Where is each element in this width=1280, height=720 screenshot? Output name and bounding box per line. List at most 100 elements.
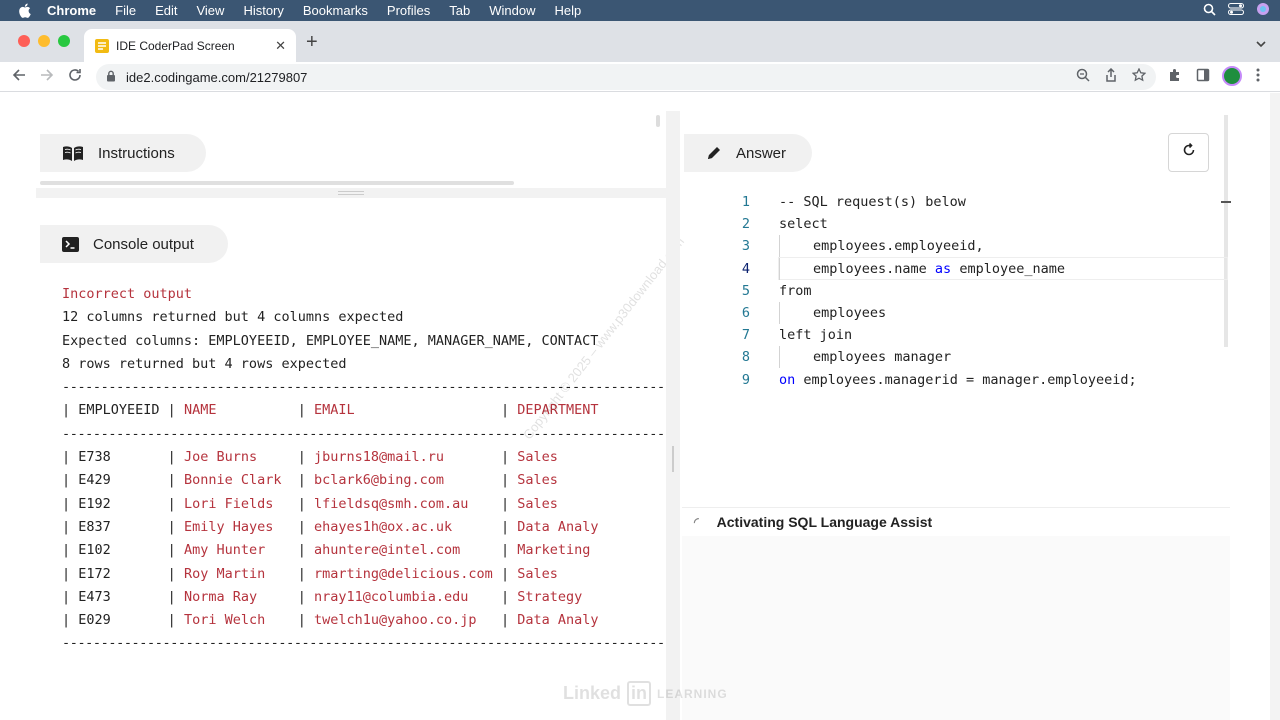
language-assist-status: ◜ Activating SQL Language Assist <box>682 507 1230 535</box>
siri-icon[interactable] <box>1256 2 1270 19</box>
browser-tab[interactable]: IDE CoderPad Screen ✕ <box>84 29 296 62</box>
cell-name: Amy Hunter <box>183 542 298 559</box>
code-text[interactable]: on employees.managerid = manager.employe… <box>779 369 1137 391</box>
split-grip[interactable] <box>338 191 364 195</box>
code-text[interactable]: employees.name as employee_name <box>813 261 1065 277</box>
sql-code-editor[interactable]: 1 -- SQL request(s) below 2 select 3 employ… <box>690 191 1230 501</box>
cell-name: Norma Ray <box>183 588 298 605</box>
code-line: 3 employees.employeeid, <box>690 235 1230 258</box>
menu-edit[interactable]: Edit <box>155 3 177 18</box>
zoom-window-button[interactable] <box>58 35 70 47</box>
answer-tab[interactable]: Answer <box>684 134 812 172</box>
back-arrow-icon[interactable] <box>12 68 26 86</box>
lock-icon[interactable] <box>106 70 116 85</box>
menu-view[interactable]: View <box>196 3 224 18</box>
console-error-title: Incorrect output <box>62 286 193 302</box>
code-line: 7 left join <box>690 324 1230 346</box>
share-icon[interactable] <box>1104 67 1118 87</box>
cell-employeeid: E172 <box>78 565 168 582</box>
menu-profiles[interactable]: Profiles <box>387 3 430 18</box>
side-panel-icon[interactable] <box>1196 68 1210 87</box>
terminal-icon <box>62 236 79 252</box>
result-row: | E738 | Joe Burns | jburns18@mail.ru | … <box>62 449 558 466</box>
cell-name: Joe Burns <box>183 449 298 466</box>
mac-menubar: Chrome File Edit View History Bookmarks … <box>0 0 1280 21</box>
split-grip[interactable] <box>672 446 674 472</box>
header-cell-email: EMAIL <box>314 402 501 419</box>
code-text-wrap[interactable]: employees.employeeid, <box>779 235 984 258</box>
header-cell-employeeid: EMPLOYEEID <box>78 402 168 419</box>
bookmark-star-icon[interactable] <box>1131 67 1147 87</box>
close-window-button[interactable] <box>18 35 30 47</box>
menu-help[interactable]: Help <box>555 3 582 18</box>
cell-name: Tori Welch <box>183 612 298 629</box>
assist-panel <box>682 536 1230 720</box>
code-text-wrap[interactable]: employees <box>779 301 886 324</box>
code-text[interactable]: employees.employeeid, <box>813 238 984 254</box>
control-center-icon[interactable] <box>1228 3 1244 18</box>
code-text[interactable]: select <box>779 213 828 235</box>
instructions-label: Instructions <box>98 144 175 162</box>
address-bar[interactable]: ide2.codingame.com/21279807 <box>96 64 1156 90</box>
forward-arrow-icon[interactable] <box>40 68 54 86</box>
indent-guide <box>779 257 813 280</box>
cell-name: Lori Fields <box>183 495 298 512</box>
console-output-tab[interactable]: Console output <box>40 225 228 263</box>
console-output-label: Console output <box>93 235 194 253</box>
line-number: 9 <box>741 371 750 388</box>
close-tab-icon[interactable]: ✕ <box>275 38 286 54</box>
result-row: | E172 | Roy Martin | rmarting@delicious… <box>62 565 558 582</box>
cell-department: Marketing <box>517 542 591 559</box>
cell-department: Data Analy <box>517 612 599 629</box>
tab-search-chevron-icon[interactable] <box>1256 35 1266 53</box>
code-text[interactable]: -- SQL request(s) below <box>779 191 966 213</box>
reload-icon[interactable] <box>68 68 82 86</box>
profile-avatar[interactable] <box>1222 66 1242 86</box>
new-tab-icon[interactable]: + <box>306 32 318 52</box>
cell-department: Sales <box>517 565 558 582</box>
code-text-wrap[interactable]: employees manager <box>779 346 951 369</box>
zoom-icon[interactable] <box>1076 68 1090 87</box>
line-number: 1 <box>741 194 750 210</box>
cell-email: ahuntere@intel.com <box>314 542 501 559</box>
instructions-tab[interactable]: Instructions <box>40 134 206 172</box>
code-text[interactable]: left join <box>779 324 852 346</box>
page-scrollbar-track[interactable] <box>1270 93 1280 720</box>
vertical-split-handle[interactable] <box>666 111 680 720</box>
menu-app-name[interactable]: Chrome <box>47 3 96 18</box>
menu-tab[interactable]: Tab <box>449 3 470 18</box>
apple-icon[interactable] <box>18 3 32 18</box>
line-number: 4 <box>741 260 750 277</box>
tab-title: IDE CoderPad Screen <box>116 38 235 53</box>
code-text[interactable]: employees <box>813 305 886 321</box>
instructions-scrollbar[interactable] <box>656 115 660 127</box>
reset-code-button[interactable] <box>1168 133 1209 172</box>
menu-window[interactable]: Window <box>489 3 535 18</box>
cell-department: Sales <box>517 495 558 512</box>
menu-bookmarks[interactable]: Bookmarks <box>303 3 368 18</box>
extensions-puzzle-icon[interactable] <box>1168 68 1182 87</box>
cell-email: rmarting@delicious.com <box>314 565 501 582</box>
menu-file[interactable]: File <box>115 3 136 18</box>
line-number: 5 <box>741 282 750 299</box>
chrome-menu-kebab-icon[interactable] <box>1256 68 1260 86</box>
horizontal-split-handle[interactable] <box>36 188 666 198</box>
menu-history[interactable]: History <box>243 3 283 18</box>
line-number: 8 <box>741 349 750 366</box>
cell-employeeid: E837 <box>78 518 168 535</box>
instructions-horizontal-scrollbar[interactable] <box>40 181 514 185</box>
code-text-wrap[interactable]: employees.name as employee_name <box>779 257 1065 280</box>
code-text[interactable]: from <box>779 280 812 302</box>
spotlight-search-icon[interactable] <box>1203 3 1216 19</box>
result-header-row: | EMPLOYEEID | NAME | EMAIL | DEPARTMENT <box>62 402 599 419</box>
code-text[interactable]: employees manager <box>813 349 951 365</box>
line-number: 3 <box>741 238 750 255</box>
code-line: 8 employees manager <box>690 346 1230 369</box>
cell-name: Emily Hayes <box>183 518 298 535</box>
cell-name: Bonnie Clark <box>183 472 298 489</box>
indent-guide <box>779 235 813 258</box>
result-row: | E473 | Norma Ray | nray11@columbia.edu… <box>62 588 583 605</box>
minimize-window-button[interactable] <box>38 35 50 47</box>
cell-email: twelch1u@yahoo.co.jp <box>314 612 501 629</box>
result-row: | E192 | Lori Fields | lfieldsq@smh.com.… <box>62 495 558 512</box>
